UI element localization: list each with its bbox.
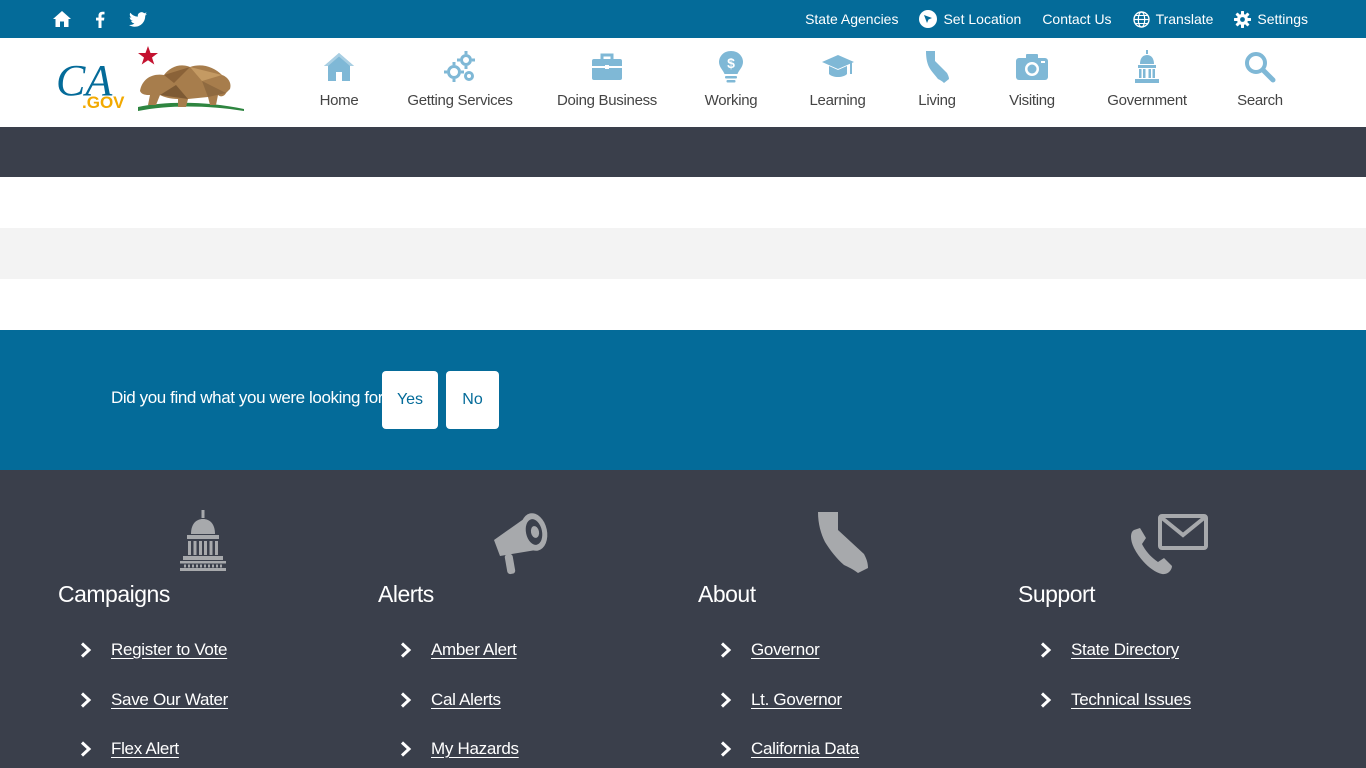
- lightbulb-dollar-icon: $: [719, 51, 743, 83]
- location-icon: [919, 10, 938, 28]
- utility-links: State Agencies Set Location Contact Us T…: [805, 0, 1308, 38]
- footer-title: About: [698, 581, 756, 607]
- state-agencies-link[interactable]: State Agencies: [805, 11, 898, 27]
- chevron-right-icon: [1040, 691, 1052, 708]
- graduation-cap-icon: [821, 55, 854, 77]
- list-item: Cal Alerts: [400, 690, 519, 740]
- list-item: State Directory: [1040, 640, 1191, 690]
- house-icon: [324, 53, 354, 81]
- content-band: [0, 279, 1366, 330]
- footer-title: Alerts: [378, 581, 434, 607]
- home-icon[interactable]: [52, 9, 72, 29]
- set-location-link[interactable]: Set Location: [919, 10, 1021, 28]
- footer-link-california-data[interactable]: California Data: [751, 739, 859, 759]
- footer-column-support: Support State Directory Technical Issues: [1018, 470, 1338, 768]
- nav-home[interactable]: Home: [300, 38, 378, 127]
- footer-link-cal-alerts[interactable]: Cal Alerts: [431, 690, 501, 710]
- site-header: CA .GOV Home Getting Services Doing Busi…: [0, 38, 1366, 127]
- chevron-right-icon: [720, 741, 732, 757]
- footer-link-list: Register to Vote Save Our Water Flex Ale…: [80, 640, 228, 768]
- svg-text:$: $: [727, 55, 735, 71]
- search-icon: [1245, 52, 1276, 83]
- chevron-right-icon: [400, 642, 412, 658]
- footer-link-governor[interactable]: Governor: [751, 640, 820, 660]
- nav-doing-business[interactable]: Doing Business: [542, 38, 672, 127]
- utility-bar: State Agencies Set Location Contact Us T…: [0, 0, 1366, 38]
- feedback-question: Did you find what you were looking for?: [111, 388, 393, 407]
- footer-link-register-to-vote[interactable]: Register to Vote: [111, 640, 227, 660]
- social-links: [52, 9, 148, 29]
- list-item: Save Our Water: [80, 690, 228, 740]
- list-item: My Hazards: [400, 739, 519, 768]
- nav-working[interactable]: $ Working: [672, 38, 790, 127]
- chevron-right-icon: [80, 741, 92, 757]
- phone-mail-icon: [1131, 514, 1208, 575]
- footer-column-campaigns: Campaigns Register to Vote Save Our Wate…: [58, 470, 378, 768]
- feedback-section: Did you find what you were looking for? …: [0, 330, 1366, 470]
- facebook-icon[interactable]: [90, 9, 110, 29]
- nav-visiting[interactable]: Visiting: [989, 38, 1075, 127]
- ca-gov-logo[interactable]: CA .GOV: [56, 45, 246, 117]
- twitter-icon[interactable]: [128, 9, 148, 29]
- nav-getting-services[interactable]: Getting Services: [378, 38, 542, 127]
- settings-link[interactable]: Settings: [1234, 10, 1308, 28]
- megaphone-icon: [494, 513, 548, 575]
- footer-link-list: Governor Lt. Governor California Data: [720, 640, 859, 768]
- list-item: California Data: [720, 739, 859, 768]
- nav-learning[interactable]: Learning: [790, 38, 885, 127]
- footer-link-list: State Directory Technical Issues: [1040, 640, 1191, 739]
- footer-column-alerts: Alerts Amber Alert Cal Alerts My Hazards: [378, 470, 698, 768]
- list-item: Lt. Governor: [720, 690, 859, 740]
- footer-link-save-our-water[interactable]: Save Our Water: [111, 690, 228, 710]
- chevron-right-icon: [400, 691, 412, 708]
- list-item: Amber Alert: [400, 640, 519, 690]
- gear-icon: [1234, 10, 1252, 28]
- nav-search[interactable]: Search: [1219, 38, 1301, 127]
- content-band: [0, 177, 1366, 228]
- footer-link-list: Amber Alert Cal Alerts My Hazards: [400, 640, 519, 768]
- page-title-band: [0, 127, 1366, 177]
- capitol-icon: [180, 510, 226, 571]
- nav-living[interactable]: Living: [885, 38, 989, 127]
- gears-icon: [444, 51, 475, 82]
- chevron-right-icon: [80, 642, 92, 658]
- california-icon: [818, 512, 868, 573]
- globe-icon: [1132, 10, 1150, 28]
- svg-text:.GOV: .GOV: [82, 93, 125, 112]
- list-item: Flex Alert: [80, 739, 228, 768]
- feedback-no-button[interactable]: No: [446, 371, 499, 429]
- footer-link-flex-alert[interactable]: Flex Alert: [111, 739, 179, 759]
- nav-government[interactable]: Government: [1075, 38, 1219, 127]
- contact-us-link[interactable]: Contact Us: [1042, 11, 1111, 27]
- briefcase-icon: [592, 53, 622, 80]
- chevron-right-icon: [1040, 642, 1052, 658]
- chevron-right-icon: [400, 741, 412, 757]
- chevron-right-icon: [720, 691, 732, 708]
- site-footer: Campaigns Register to Vote Save Our Wate…: [0, 470, 1366, 768]
- chevron-right-icon: [80, 691, 92, 708]
- footer-link-amber-alert[interactable]: Amber Alert: [431, 640, 517, 660]
- footer-link-lt-governor[interactable]: Lt. Governor: [751, 690, 842, 710]
- chevron-right-icon: [720, 642, 732, 658]
- footer-link-my-hazards[interactable]: My Hazards: [431, 739, 519, 759]
- feedback-yes-button[interactable]: Yes: [382, 371, 438, 429]
- camera-icon: [1016, 54, 1048, 80]
- footer-column-about: About Governor Lt. Governor California D…: [698, 470, 1018, 768]
- footer-link-state-directory[interactable]: State Directory: [1071, 640, 1179, 660]
- main-nav: Home Getting Services Doing Business $ W…: [300, 38, 1301, 127]
- footer-title: Support: [1018, 581, 1096, 607]
- california-icon: [926, 51, 949, 83]
- list-item: Governor: [720, 640, 859, 690]
- list-item: Technical Issues: [1040, 690, 1191, 740]
- content-band-alt: [0, 228, 1366, 279]
- capitol-icon: [1135, 50, 1159, 83]
- footer-title: Campaigns: [58, 581, 170, 607]
- list-item: Register to Vote: [80, 640, 228, 690]
- translate-link[interactable]: Translate: [1132, 10, 1213, 28]
- footer-link-technical-issues[interactable]: Technical Issues: [1071, 690, 1191, 710]
